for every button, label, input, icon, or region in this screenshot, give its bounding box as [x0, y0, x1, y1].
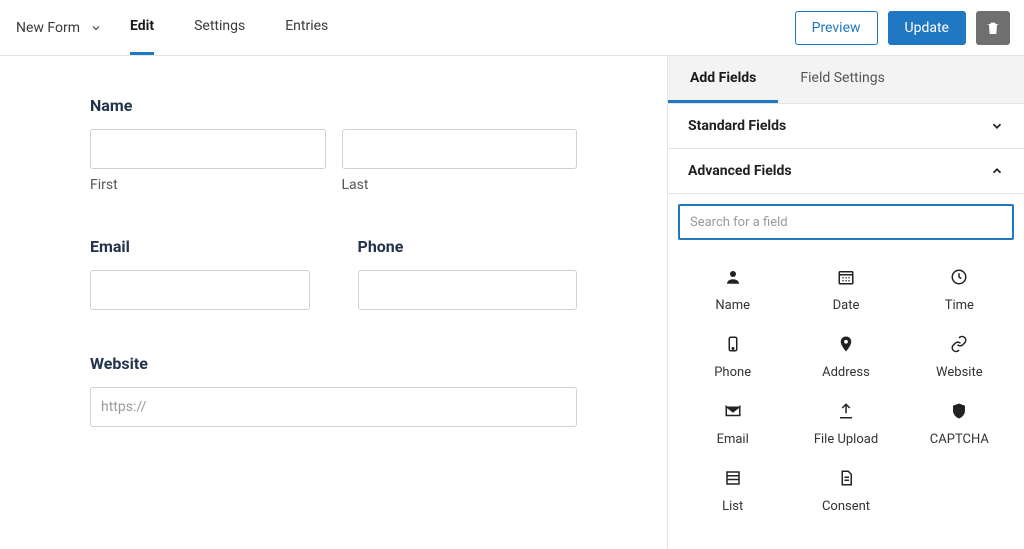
advanced-field-grid: Name Date Time Phone Address Website — [668, 244, 1024, 534]
topbar-right: Preview Update — [795, 11, 1010, 45]
name-last-sublabel: Last — [342, 177, 578, 193]
tile-website[interactable]: Website — [905, 325, 1014, 386]
chevron-down-icon — [990, 119, 1004, 133]
section-standard-title: Standard Fields — [688, 118, 786, 134]
tile-phone-label: Phone — [714, 365, 751, 380]
tile-captcha-label: CAPTCHA — [930, 432, 989, 447]
tile-list[interactable]: List — [678, 459, 787, 520]
document-icon — [837, 469, 855, 487]
tile-name[interactable]: Name — [678, 258, 787, 319]
link-icon — [950, 335, 968, 353]
top-bar: New Form Edit Settings Entries Preview U… — [0, 0, 1024, 56]
trash-button[interactable] — [976, 11, 1010, 45]
tile-list-label: List — [722, 499, 743, 514]
name-first-sublabel: First — [90, 177, 326, 193]
section-standard-fields[interactable]: Standard Fields — [668, 104, 1024, 149]
upload-icon — [837, 402, 855, 420]
field-search-input[interactable] — [678, 204, 1014, 240]
form-name-dropdown[interactable]: New Form — [16, 20, 102, 36]
phone-label: Phone — [358, 237, 578, 256]
tile-date-label: Date — [833, 298, 860, 313]
panel-tab-field-settings[interactable]: Field Settings — [778, 56, 906, 103]
tile-address-label: Address — [822, 365, 870, 380]
tile-consent[interactable]: Consent — [791, 459, 900, 520]
topbar-left: New Form Edit Settings Entries — [16, 0, 328, 55]
clock-icon — [950, 268, 968, 286]
phone-icon — [724, 335, 742, 353]
name-first-input[interactable] — [90, 129, 326, 169]
tile-address[interactable]: Address — [791, 325, 900, 386]
user-icon — [724, 268, 742, 286]
side-panel: Add Fields Field Settings Standard Field… — [667, 56, 1024, 549]
tab-entries[interactable]: Entries — [285, 0, 328, 55]
form-canvas: Name First Last Email Phone — [0, 56, 667, 549]
trash-icon — [985, 20, 1001, 36]
list-icon — [724, 469, 742, 487]
field-name[interactable]: Name First Last — [90, 96, 577, 193]
tile-file-upload-label: File Upload — [814, 432, 878, 447]
update-button[interactable]: Update — [888, 11, 966, 45]
panel-tabs: Add Fields Field Settings — [668, 56, 1024, 104]
email-input[interactable] — [90, 270, 310, 310]
website-input[interactable] — [90, 387, 577, 427]
section-advanced-title: Advanced Fields — [688, 163, 792, 179]
calendar-icon — [837, 268, 855, 286]
name-label: Name — [90, 96, 577, 115]
tile-email[interactable]: Email — [678, 392, 787, 453]
phone-input[interactable] — [358, 270, 578, 310]
chevron-up-icon — [990, 164, 1004, 178]
preview-button[interactable]: Preview — [795, 11, 878, 45]
tab-settings[interactable]: Settings — [194, 0, 245, 55]
field-website[interactable]: Website — [90, 354, 577, 427]
main-tabs: Edit Settings Entries — [130, 0, 328, 55]
website-label: Website — [90, 354, 577, 373]
envelope-icon — [724, 402, 742, 420]
panel-tab-add-fields[interactable]: Add Fields — [668, 56, 778, 103]
field-email[interactable]: Email — [90, 237, 310, 310]
tile-consent-label: Consent — [822, 499, 870, 514]
email-label: Email — [90, 237, 310, 256]
map-pin-icon — [837, 335, 855, 353]
tile-captcha[interactable]: CAPTCHA — [905, 392, 1014, 453]
name-last-input[interactable] — [342, 129, 578, 169]
shield-icon — [950, 402, 968, 420]
field-phone[interactable]: Phone — [358, 237, 578, 310]
tile-time[interactable]: Time — [905, 258, 1014, 319]
tile-date[interactable]: Date — [791, 258, 900, 319]
tile-email-label: Email — [717, 432, 749, 447]
tile-file-upload[interactable]: File Upload — [791, 392, 900, 453]
workspace: Name First Last Email Phone — [0, 56, 1024, 549]
tile-time-label: Time — [945, 298, 974, 313]
tab-edit[interactable]: Edit — [130, 0, 154, 55]
tile-phone[interactable]: Phone — [678, 325, 787, 386]
tile-name-label: Name — [715, 298, 750, 313]
chevron-down-icon — [90, 22, 102, 34]
section-advanced-fields[interactable]: Advanced Fields — [668, 149, 1024, 194]
form-name-label: New Form — [16, 20, 80, 36]
tile-website-label: Website — [936, 365, 983, 380]
